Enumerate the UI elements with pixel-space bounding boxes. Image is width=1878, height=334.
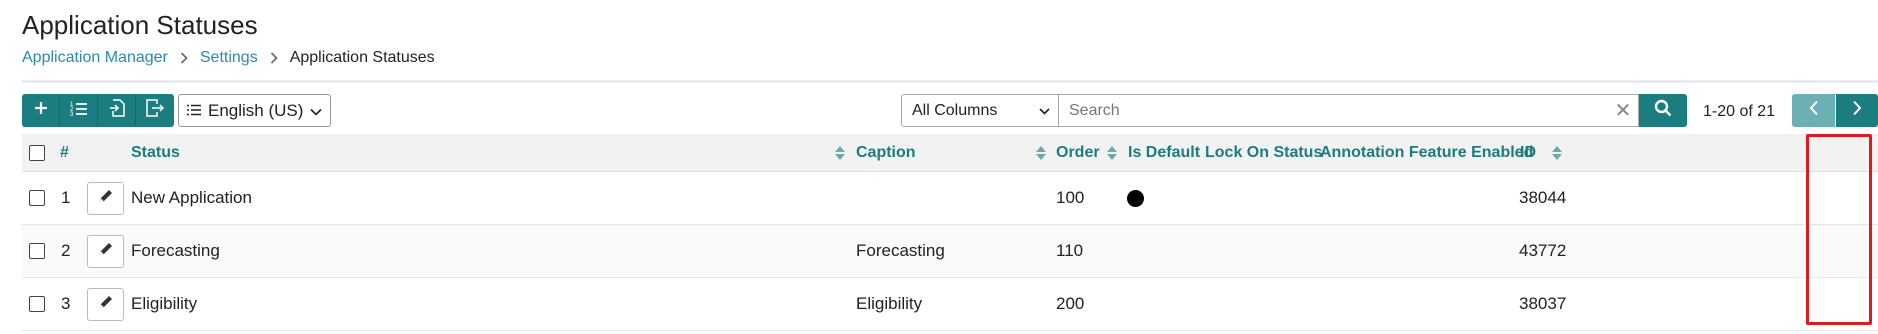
- export-icon: [146, 99, 165, 122]
- row-number: 3: [61, 294, 71, 313]
- row-checkbox[interactable]: [29, 296, 45, 312]
- row-number: 2: [61, 241, 71, 260]
- language-label: English (US): [208, 100, 304, 120]
- table-row[interactable]: 3 Eligibility Eligibility 200 38037: [22, 278, 1878, 331]
- search-button[interactable]: [1639, 94, 1687, 127]
- add-button[interactable]: [22, 94, 60, 127]
- id-cell: 38037: [1519, 294, 1567, 313]
- search-icon: [1654, 99, 1672, 122]
- sort-icon[interactable]: [834, 145, 846, 161]
- edit-button[interactable]: [87, 287, 124, 321]
- breadcrumb-current: Application Statuses: [289, 49, 435, 66]
- chevron-left-icon: [1809, 100, 1819, 121]
- chevron-down-icon: [1039, 102, 1050, 120]
- column-filter-select[interactable]: All Columns: [901, 94, 1059, 127]
- statuses-grid: # Status Caption Order Is Default Lock O…: [22, 134, 1878, 331]
- order-cell: 200: [1056, 294, 1085, 313]
- sort-icon[interactable]: [1551, 145, 1563, 161]
- status-cell: New Application: [131, 188, 252, 207]
- pencil-icon: [98, 241, 114, 262]
- status-cell: Eligibility: [131, 294, 198, 313]
- export-button[interactable]: [136, 94, 174, 127]
- ordered-list-icon: 123: [70, 100, 88, 121]
- next-page-button[interactable]: [1836, 94, 1878, 127]
- clear-search-icon[interactable]: ✕: [1608, 98, 1638, 123]
- sort-icon[interactable]: [1035, 145, 1047, 161]
- pager-range: 1-20 of 21: [1703, 103, 1776, 120]
- column-header-number: #: [60, 143, 69, 161]
- table-row[interactable]: 2 Forecasting Forecasting 110 43772: [22, 225, 1878, 278]
- language-dropdown[interactable]: English (US): [178, 94, 332, 127]
- column-filter-value: All Columns: [912, 101, 998, 119]
- reorder-button[interactable]: 123: [60, 94, 98, 127]
- edit-button[interactable]: [87, 234, 124, 268]
- column-header-status[interactable]: Status: [131, 134, 180, 171]
- caption-cell: Forecasting: [856, 241, 945, 260]
- list-icon: [187, 101, 201, 121]
- breadcrumb: Application Manager Settings Application…: [22, 49, 435, 67]
- page-title: Application Statuses: [22, 10, 258, 40]
- id-cell: 38044: [1519, 188, 1567, 207]
- column-header-caption[interactable]: Caption: [856, 134, 916, 171]
- select-all-checkbox[interactable]: [29, 144, 45, 161]
- order-cell: 100: [1056, 188, 1085, 207]
- column-header-annotation-feature-enabled[interactable]: Annotation Feature Enabled: [1320, 134, 1533, 171]
- default-indicator-icon: [1127, 189, 1144, 207]
- import-icon: [109, 99, 125, 122]
- row-checkbox[interactable]: [29, 243, 45, 259]
- chevron-right-icon: [180, 52, 188, 64]
- pencil-icon: [98, 294, 114, 315]
- search-field: ✕: [1058, 94, 1639, 127]
- grid-toolbar: 123 English (US): [22, 94, 332, 127]
- table-row[interactable]: 1 New Application 100 38044: [22, 172, 1878, 225]
- chevron-down-icon: [310, 101, 322, 121]
- sort-icon[interactable]: [1106, 145, 1118, 161]
- previous-page-button[interactable]: [1792, 94, 1835, 127]
- status-cell: Forecasting: [131, 241, 220, 260]
- id-cell: 43772: [1519, 241, 1567, 260]
- pencil-icon: [98, 188, 114, 209]
- divider: [22, 80, 1878, 83]
- column-header-lock-on-status[interactable]: Lock On Status: [1205, 134, 1322, 171]
- grid-header: # Status Caption Order Is Default Lock O…: [22, 134, 1878, 172]
- chevron-right-icon: [1852, 100, 1862, 121]
- search-input[interactable]: [1069, 101, 1608, 120]
- column-header-is-default[interactable]: Is Default: [1128, 134, 1200, 171]
- order-cell: 110: [1056, 241, 1084, 260]
- row-checkbox[interactable]: [29, 190, 45, 206]
- import-button[interactable]: [98, 94, 136, 127]
- edit-button[interactable]: [87, 181, 124, 215]
- column-header-order[interactable]: Order: [1056, 134, 1100, 171]
- column-header-id[interactable]: ID: [1520, 134, 1536, 171]
- caption-cell: Eligibility: [856, 294, 923, 313]
- chevron-right-icon: [270, 52, 278, 64]
- plus-icon: [33, 100, 49, 121]
- breadcrumb-application-manager[interactable]: Application Manager: [22, 49, 168, 67]
- row-number: 1: [61, 188, 71, 207]
- breadcrumb-settings[interactable]: Settings: [200, 49, 258, 67]
- svg-text:3: 3: [70, 112, 74, 116]
